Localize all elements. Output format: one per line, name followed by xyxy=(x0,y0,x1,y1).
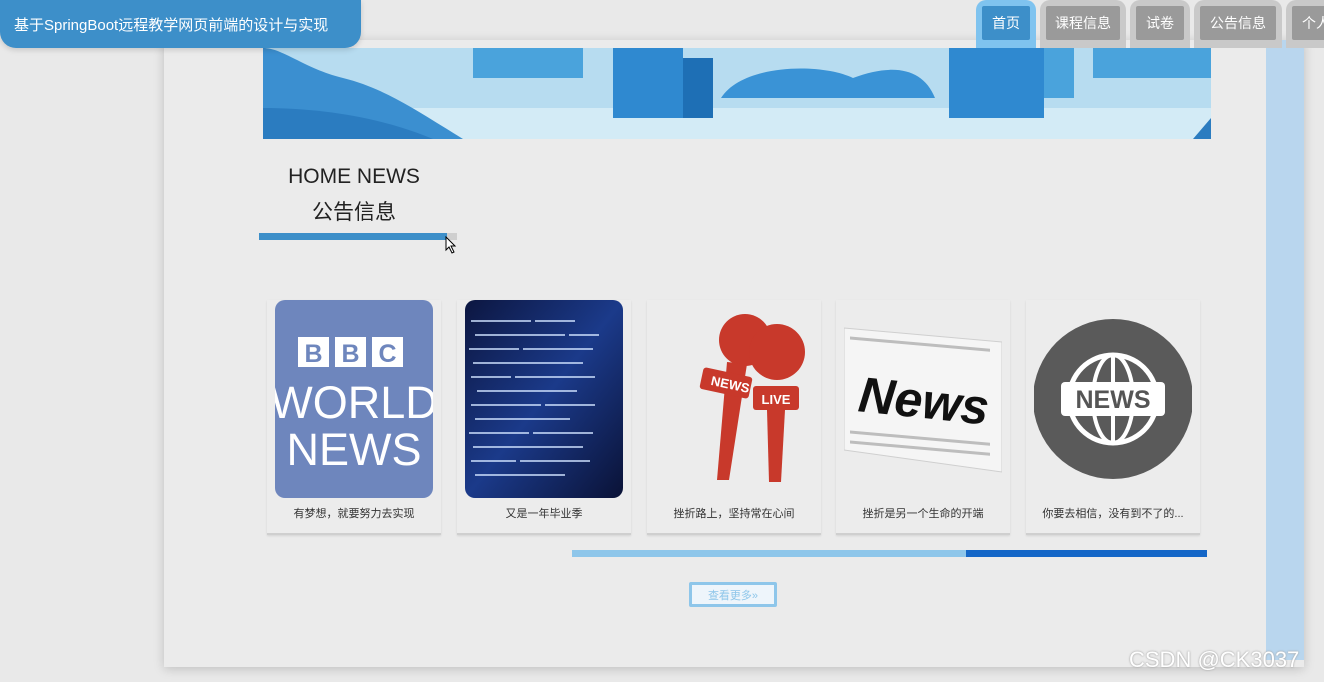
section-underline xyxy=(259,233,449,240)
carousel-progress-fill xyxy=(966,550,1207,557)
card-caption: 有梦想，就要努力去实现 xyxy=(293,508,415,520)
nav-item-courses[interactable]: 课程信息 xyxy=(1040,0,1126,48)
card-caption: 你要去相信，没有到不了的... xyxy=(1042,508,1184,520)
svg-text:B: B xyxy=(341,340,359,368)
nav-item-label: 试卷 xyxy=(1136,6,1184,40)
nav-item-label: 公告信息 xyxy=(1200,6,1276,40)
card-thumbnail: NEWS xyxy=(1034,300,1192,498)
thumb-text: NEWS xyxy=(1076,386,1151,414)
card-thumbnail: News xyxy=(844,300,1002,498)
nav-item-label: 课程信息 xyxy=(1046,6,1120,40)
thumb-text: LIVE xyxy=(762,392,791,407)
card-caption: 挫折路上，坚持常在心间 xyxy=(673,508,795,520)
card-caption: 又是一年毕业季 xyxy=(505,508,583,520)
card-thumbnail: B B C WORLD NEWS xyxy=(275,300,433,498)
view-more-button[interactable]: 查看更多» xyxy=(689,582,777,607)
thumb-text: B xyxy=(304,340,322,368)
thumb-text: NEWS xyxy=(287,424,422,475)
nav-item-label: 个人 xyxy=(1292,6,1324,40)
svg-text:C: C xyxy=(378,340,396,368)
thumb-text: WORLD xyxy=(275,377,433,428)
news-card[interactable]: 又是一年毕业季 xyxy=(457,300,631,535)
nav-item-exams[interactable]: 试卷 xyxy=(1130,0,1190,48)
section-title-cn: 公告信息 xyxy=(312,201,396,224)
scroll-strip xyxy=(1266,40,1304,660)
nav-item-announcements[interactable]: 公告信息 xyxy=(1194,0,1282,48)
watermark: CSDN @CK3037 xyxy=(1129,647,1300,672)
news-carousel: B B C WORLD NEWS 有梦想，就要努力去实现 又是一年毕业季 NEW… xyxy=(267,300,1207,536)
page: 基于SpringBoot远程教学网页前端的设计与实现 首页 课程信息 试卷 公告… xyxy=(0,0,1324,682)
nav-item-label: 首页 xyxy=(982,6,1030,40)
nav-item-home[interactable]: 首页 xyxy=(976,0,1036,48)
top-nav: 首页 课程信息 试卷 公告信息 个人 xyxy=(976,0,1324,48)
news-card[interactable]: NEWS 你要去相信，没有到不了的... xyxy=(1026,300,1200,535)
card-thumbnail: NEWS LIVE xyxy=(655,300,813,498)
mouse-cursor-icon xyxy=(445,236,457,254)
card-caption: 挫折是另一个生命的开端 xyxy=(862,508,984,520)
news-card[interactable]: News 挫折是另一个生命的开端 xyxy=(836,300,1010,535)
section-title-en: HOME NEWS xyxy=(288,165,420,188)
card-thumbnail xyxy=(465,300,623,498)
news-card[interactable]: NEWS LIVE 挫折路上，坚持常在心间 xyxy=(647,300,821,535)
banner-image xyxy=(263,48,1211,139)
news-card[interactable]: B B C WORLD NEWS 有梦想，就要努力去实现 xyxy=(267,300,441,535)
nav-item-personal[interactable]: 个人 xyxy=(1286,0,1324,48)
site-title: 基于SpringBoot远程教学网页前端的设计与实现 xyxy=(0,0,361,48)
